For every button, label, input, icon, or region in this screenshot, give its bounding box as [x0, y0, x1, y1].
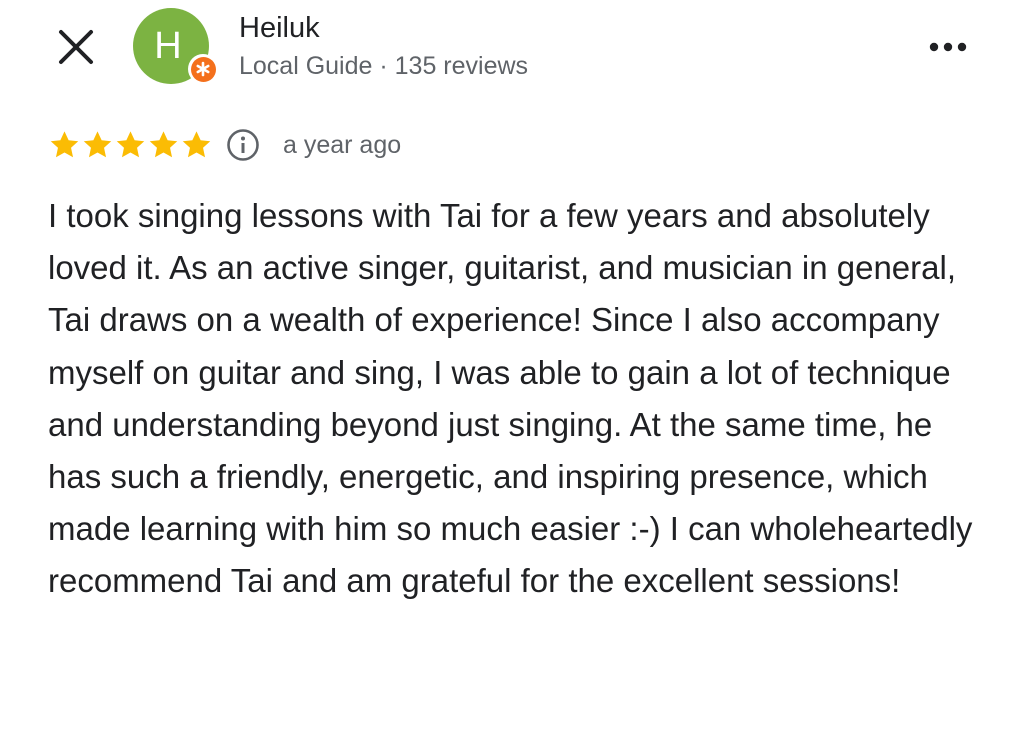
star-icon: [83, 131, 112, 158]
star-icon: [50, 131, 79, 158]
info-icon: [227, 129, 259, 161]
more-horiz-icon: [929, 42, 967, 52]
reviewer-name[interactable]: Heiluk: [239, 12, 320, 45]
close-icon: [59, 30, 93, 64]
star-icon: [149, 131, 178, 158]
star-icon: [116, 131, 145, 158]
local-guide-badge-icon: [196, 61, 210, 77]
close-button[interactable]: [56, 27, 96, 67]
star-rating: [48, 129, 213, 161]
reviewer-meta: Local Guide · 135 reviews: [239, 52, 529, 80]
more-options-button[interactable]: [926, 33, 970, 61]
review-text: I took singing lessons with Tai for a fe…: [48, 197, 973, 600]
star-icon: [182, 131, 211, 158]
local-guide-badge: [188, 54, 218, 84]
info-button[interactable]: [226, 128, 260, 162]
avatar-initial: H: [154, 25, 182, 67]
review-date: a year ago: [283, 131, 402, 159]
